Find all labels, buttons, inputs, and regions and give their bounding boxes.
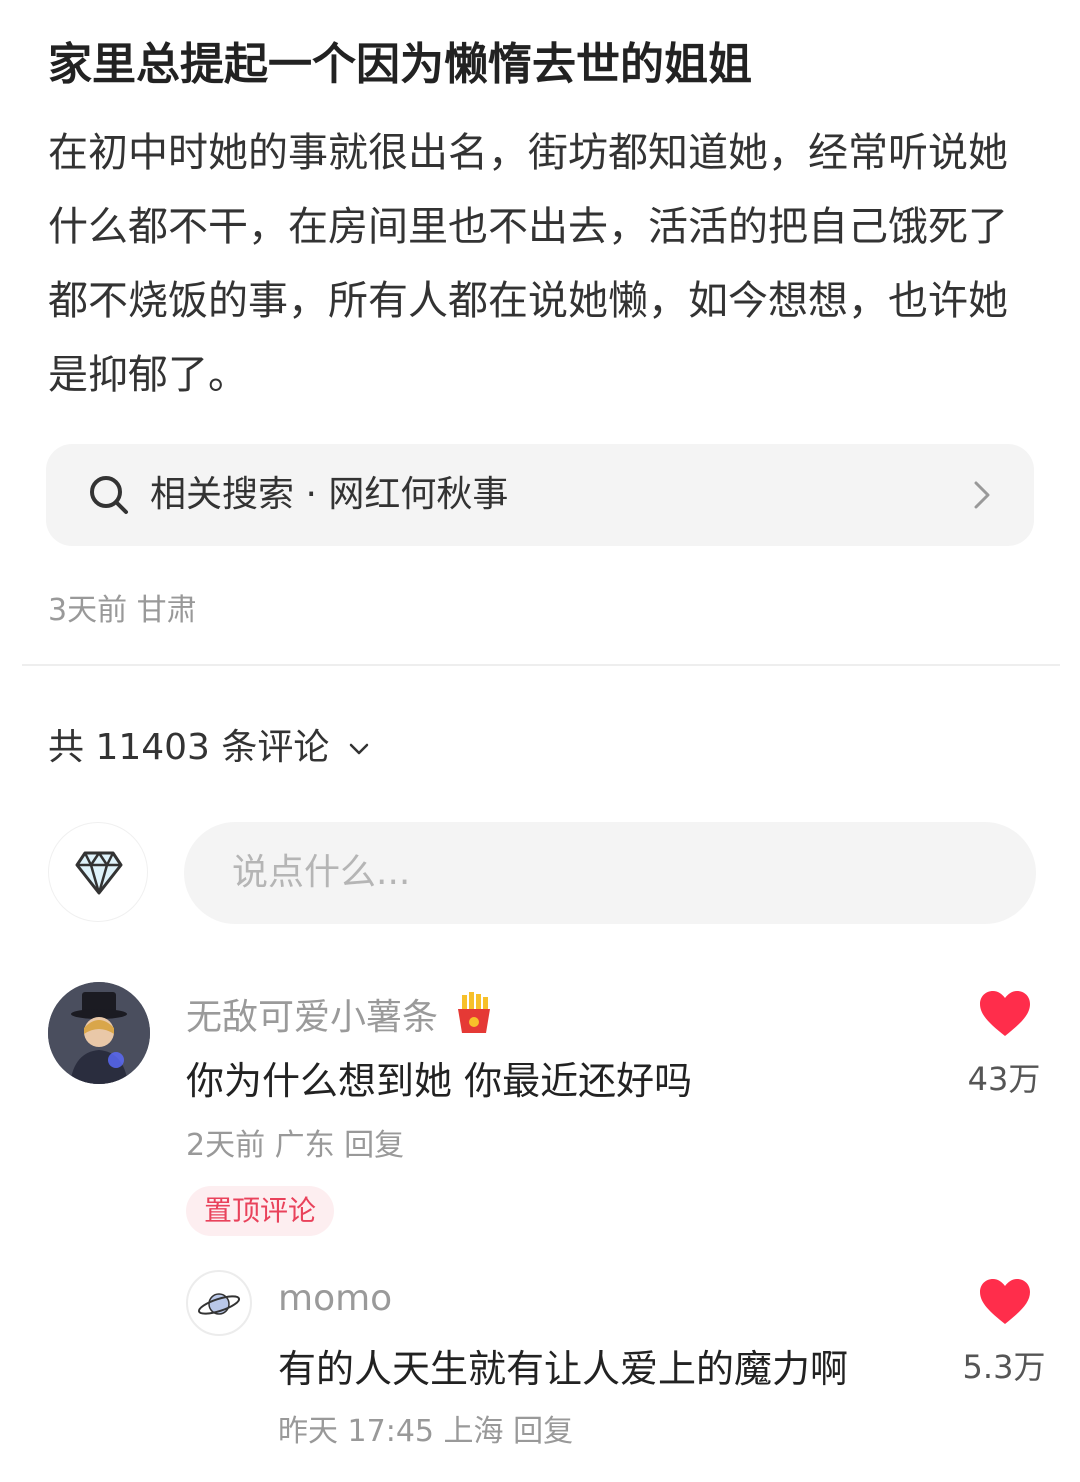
comment-username[interactable]: momo: [278, 1278, 392, 1319]
search-icon: [90, 476, 128, 514]
user-avatar-image: [48, 982, 150, 1084]
post-meta: 3天前 甘肃: [48, 593, 197, 628]
like-count: 43万: [967, 1060, 1041, 1098]
chevron-down-icon: [349, 743, 369, 755]
avatar[interactable]: [186, 1270, 252, 1336]
comment-input[interactable]: 说点什么...: [184, 822, 1036, 924]
like-heart-icon[interactable]: [978, 1278, 1032, 1326]
pinned-badge: 置顶评论: [186, 1186, 334, 1236]
comment-text: 你为什么想到她 你最近还好吗: [186, 1059, 693, 1103]
diamond-icon: [75, 851, 123, 895]
chevron-right-icon: [974, 481, 990, 509]
like-heart-icon[interactable]: [978, 990, 1032, 1038]
comment-meta: 2天前 广东 回复: [186, 1128, 405, 1163]
related-search-label: 相关搜索 · 网红何秋事: [150, 474, 509, 515]
post-body: 在初中时她的事就很出名，街坊都知道她，经常听说她什么都不干，在房间里也不出去，活…: [48, 130, 1008, 398]
comment-count[interactable]: 共 11403 条评论: [48, 718, 371, 770]
avatar[interactable]: [48, 982, 150, 1084]
related-search-bar[interactable]: 相关搜索 · 网红何秋事: [46, 444, 1034, 546]
planet-icon: [197, 1293, 241, 1315]
fries-icon: [458, 992, 491, 1033]
my-avatar[interactable]: [48, 822, 148, 922]
comment-username-text: 无敌可爱小薯条: [186, 997, 439, 1038]
comment-count-label: 共 11403 条评论: [48, 727, 330, 768]
comment-meta: 昨天 17:45 上海 回复: [278, 1414, 574, 1449]
post-title: 家里总提起一个因为懒惰去世的姐姐: [48, 39, 752, 90]
comment-username[interactable]: 无敌可爱小薯条: [186, 988, 495, 1040]
comment-text: 有的人天生就有让人爱上的魔力啊: [278, 1347, 849, 1391]
like-count: 5.3万: [962, 1348, 1046, 1386]
divider: [22, 664, 1060, 666]
